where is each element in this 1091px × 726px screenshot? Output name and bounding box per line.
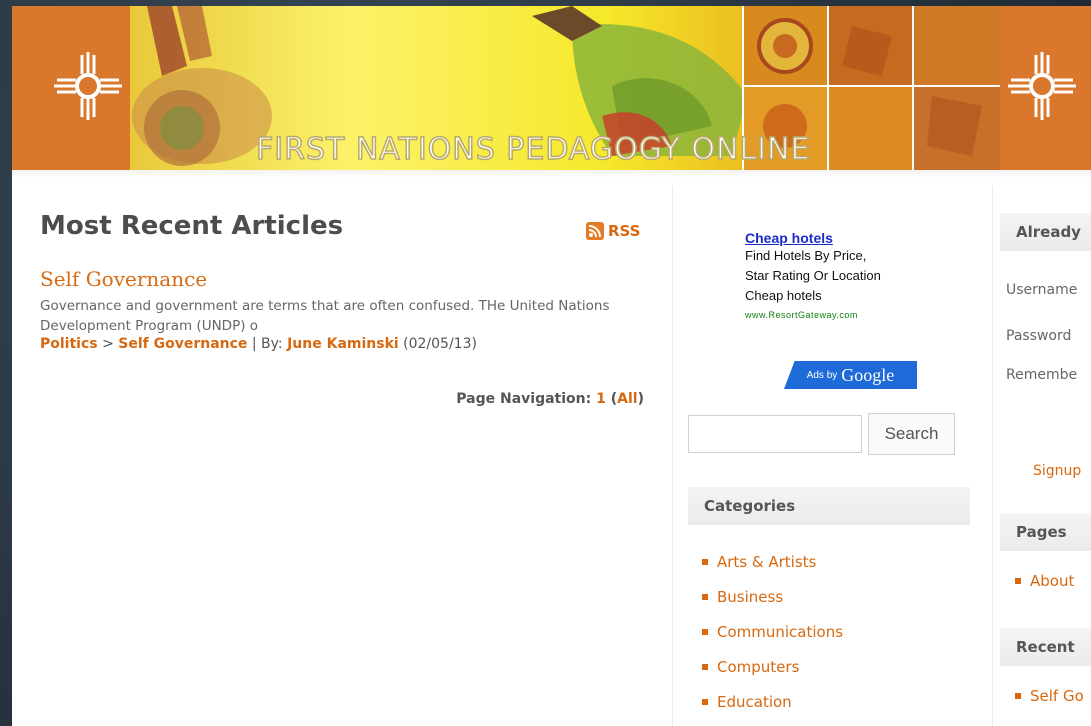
bullet-icon [702, 558, 708, 565]
column-divider [672, 186, 673, 726]
ad-title-link[interactable]: Cheap hotels [745, 230, 925, 246]
ad-unit: Cheap hotels Find Hotels By Price, Star … [745, 230, 925, 320]
page-link-all[interactable]: All [617, 391, 637, 407]
column-divider [992, 186, 993, 726]
ad-text-line: Star Rating Or Location [745, 268, 881, 283]
article-date: (02/05/13) [403, 336, 477, 352]
rss-icon [586, 222, 604, 240]
bullet-icon [702, 628, 708, 635]
breadcrumb-separator: > [102, 336, 114, 352]
article-excerpt: Governance and government are terms that… [40, 298, 610, 334]
categories-list: Arts & Artists Business Communications C… [702, 544, 843, 719]
zia-sun-icon [1008, 52, 1076, 120]
article-meta: Politics > Self Governance | By: June Ka… [40, 336, 477, 352]
list-item: Self Go [1015, 687, 1084, 705]
list-item: Business [702, 579, 843, 614]
page-navigation: Page Navigation: 1 (All) [456, 391, 644, 407]
recent-post-link[interactable]: Self Go [1030, 687, 1084, 705]
list-item: Arts & Artists [702, 544, 843, 579]
bullet-icon [702, 663, 708, 670]
password-label: Password [1006, 328, 1072, 344]
username-label: Username [1006, 282, 1078, 298]
category-link[interactable]: Politics [40, 336, 98, 352]
ads-by-google-button[interactable]: Ads by Google [784, 361, 917, 389]
remember-me-label: Remembe [1006, 367, 1078, 383]
page-nav-label: Page Navigation: [456, 391, 592, 407]
signup-link[interactable]: Signup [1033, 463, 1081, 479]
ad-url-link[interactable]: www.ResortGateway.com [745, 310, 925, 320]
zia-sun-icon [54, 52, 122, 120]
rss-link[interactable]: RSS [586, 222, 640, 240]
bullet-icon [1015, 693, 1021, 699]
ad-text-line: Find Hotels By Price, [745, 248, 867, 263]
list-item: Computers [702, 649, 843, 684]
search-input[interactable] [688, 415, 862, 453]
page-title: Most Recent Articles [40, 211, 344, 241]
page-link-current[interactable]: 1 [596, 391, 606, 407]
recent-heading: Recent [1000, 628, 1091, 666]
search-button[interactable]: Search [868, 413, 955, 455]
pages-heading: Pages [1000, 513, 1091, 551]
google-logo: Google [841, 364, 895, 385]
header-divider [12, 170, 1091, 178]
paren-close: ) [637, 391, 644, 407]
by-label: | By: [251, 336, 283, 352]
category-link[interactable]: Education [717, 693, 792, 711]
login-heading: Already [1000, 213, 1091, 251]
bullet-icon [1015, 578, 1021, 584]
list-item: Education [702, 684, 843, 719]
category-link[interactable]: Communications [717, 623, 843, 641]
category-link[interactable]: Arts & Artists [717, 553, 816, 571]
article-title-link[interactable]: Self Governance [40, 267, 207, 291]
pages-link-about[interactable]: About [1030, 572, 1074, 590]
list-item: About [1015, 572, 1074, 590]
subcategory-link[interactable]: Self Governance [118, 336, 247, 352]
ad-text-line: Cheap hotels [745, 288, 822, 303]
ads-by-label: Ads by [806, 369, 838, 381]
bullet-icon [702, 593, 708, 600]
author-link[interactable]: June Kaminski [287, 336, 399, 352]
site-header-banner[interactable]: FIRST NATIONS PEDAGOGY ONLINE [12, 6, 1091, 170]
site-title: FIRST NATIONS PEDAGOGY ONLINE [255, 131, 811, 168]
category-link[interactable]: Computers [717, 658, 799, 676]
page-container: FIRST NATIONS PEDAGOGY ONLINE Most Recen… [12, 6, 1091, 726]
categories-heading: Categories [688, 487, 970, 525]
category-link[interactable]: Business [717, 588, 783, 606]
bullet-icon [702, 698, 708, 705]
rss-label: RSS [608, 222, 641, 240]
list-item: Communications [702, 614, 843, 649]
